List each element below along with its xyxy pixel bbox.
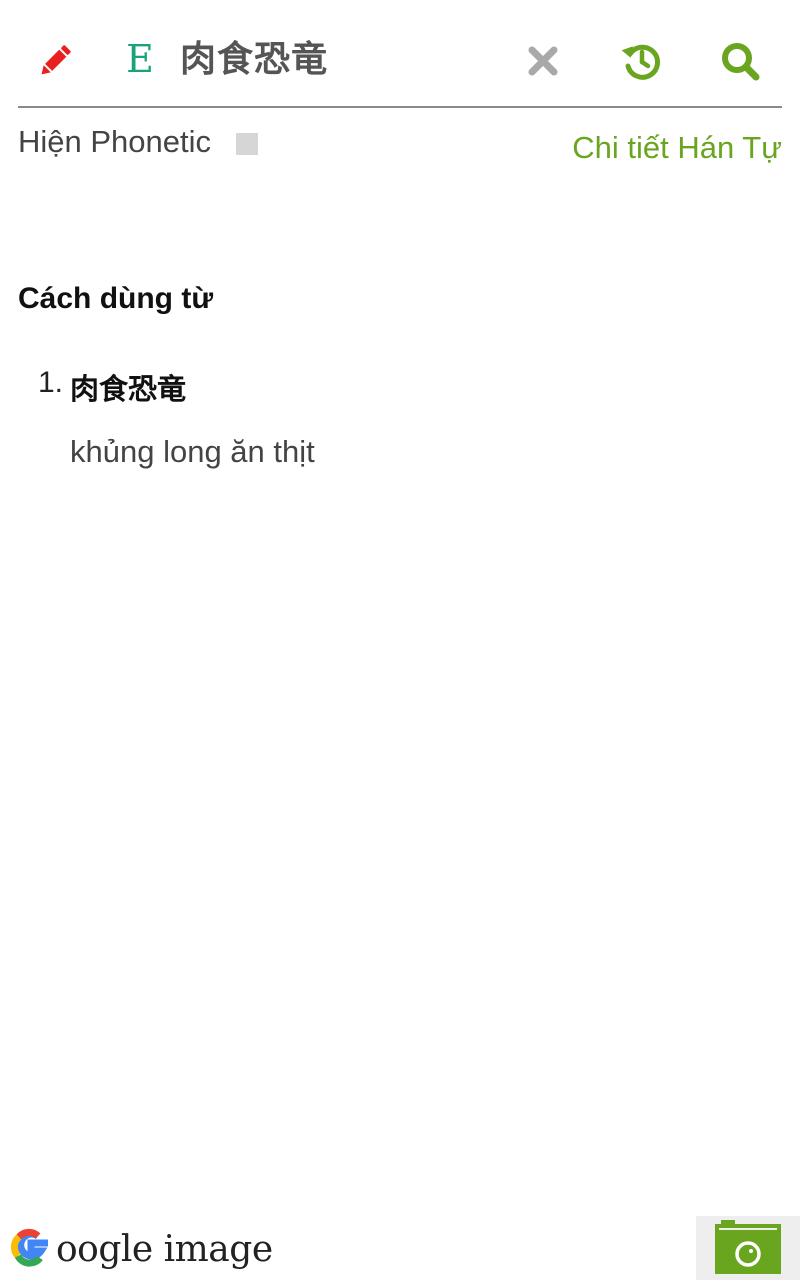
usage-item-number: 1.: [38, 366, 64, 399]
pencil-icon[interactable]: [32, 38, 78, 84]
language-toggle-button[interactable]: E: [118, 32, 162, 86]
history-icon[interactable]: [619, 38, 665, 84]
usage-section-title: Cách dùng từ: [18, 282, 214, 315]
usage-item-word[interactable]: 肉食恐竜: [70, 366, 186, 408]
phonetic-checkbox[interactable]: [236, 133, 258, 155]
google-image-label: oogle image: [56, 1228, 273, 1270]
usage-item-meaning: khủng long ăn thịt: [70, 434, 315, 469]
search-icon[interactable]: [717, 38, 763, 84]
search-input[interactable]: 肉食恐竜: [180, 32, 328, 88]
dictionary-page: E 肉食恐竜 Hiện Phonetic Chi tiết Hán Tự Các…: [0, 0, 800, 1280]
close-icon[interactable]: [522, 40, 564, 82]
language-label: E: [126, 37, 154, 81]
camera-icon: [715, 1218, 781, 1279]
camera-button[interactable]: [696, 1216, 800, 1280]
google-image-button[interactable]: oogle image: [8, 1222, 273, 1276]
search-bar: E 肉食恐竜: [18, 18, 782, 108]
google-logo-icon: [8, 1224, 54, 1275]
phonetic-label: Hiện Phonetic: [18, 124, 212, 159]
kanji-detail-link[interactable]: Chi tiết Hán Tự: [572, 130, 782, 166]
